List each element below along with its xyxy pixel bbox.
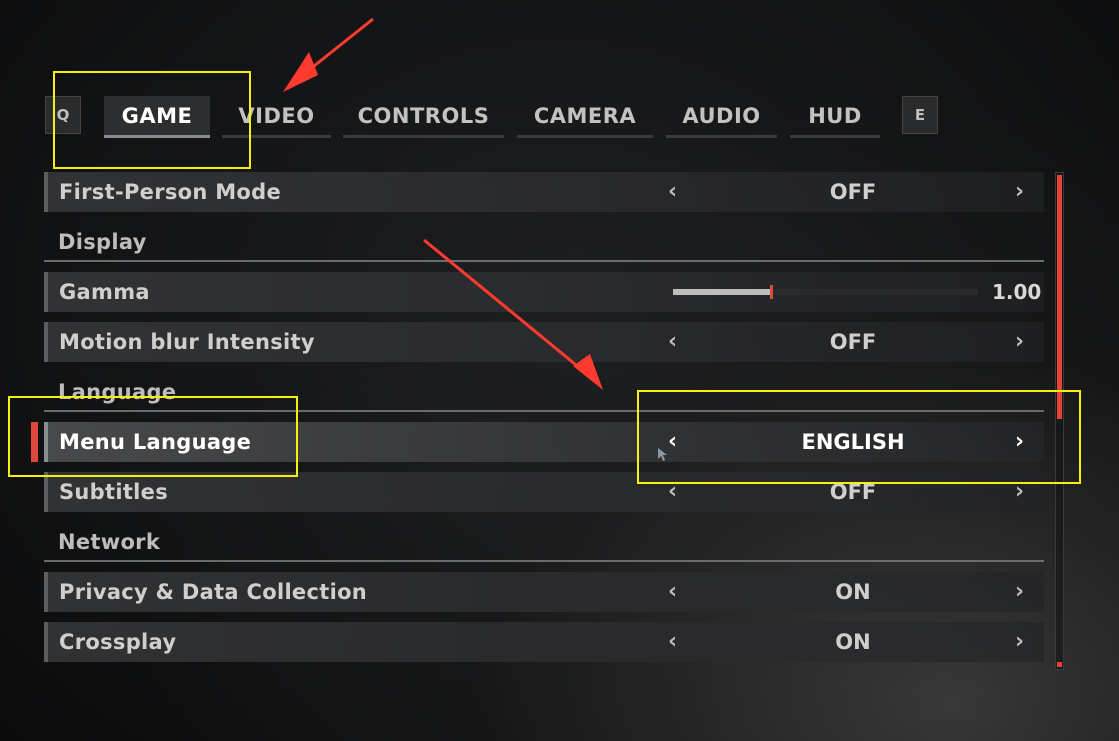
- annotation-arrows: [283, 17, 603, 390]
- annotation-arrow-to-language: [423, 238, 603, 390]
- annotation-arrow-to-tabs: [283, 17, 374, 92]
